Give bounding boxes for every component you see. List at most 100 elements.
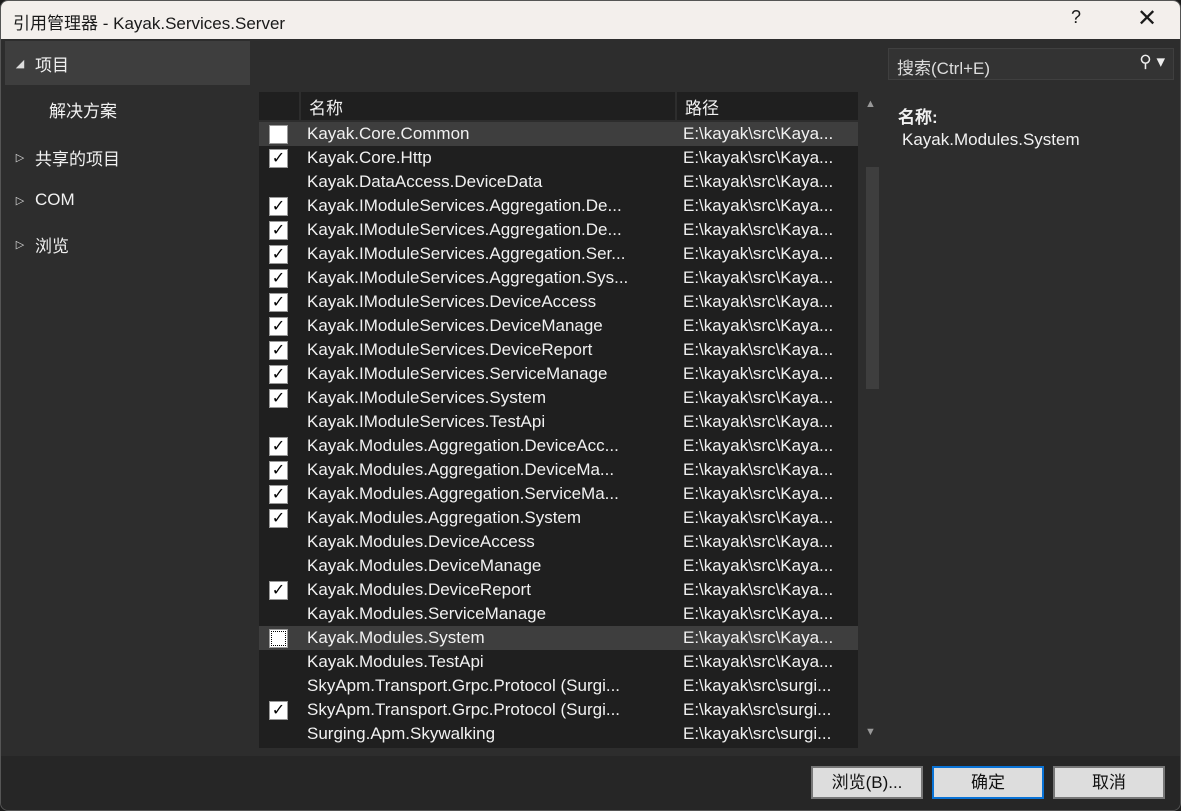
reference-name: Surging.Apm.Skywalking: [307, 724, 496, 743]
reference-path: E:\kayak\src\Kaya...: [683, 628, 834, 647]
checkbox[interactable]: ✓: [269, 245, 288, 264]
table-row[interactable]: Kayak.DataAccess.DeviceData E:\kayak\src\…: [259, 170, 858, 194]
checkbox-cell: ✓: [259, 434, 299, 458]
checkbox[interactable]: ✓: [269, 461, 288, 480]
table-row[interactable]: Kayak.Modules.DeviceManage E:\kayak\src\K…: [259, 554, 858, 578]
checkbox-cell: ✓: [259, 362, 299, 386]
sidebar-item[interactable]: ▷ 共享的项目: [5, 135, 250, 179]
sidebar-item-label: 共享的项目: [35, 149, 120, 169]
checkbox[interactable]: [269, 125, 288, 144]
checkbox[interactable]: ✓: [269, 317, 288, 336]
table-row[interactable]: ✓ Kayak.IModuleServices.Aggregation.Ser..…: [259, 242, 858, 266]
column-header-name[interactable]: 名称: [299, 92, 675, 120]
table-row[interactable]: Surging.Apm.Skywalking E:\kayak\src\surgi…: [259, 722, 858, 746]
search-input[interactable]: 搜索(Ctrl+E) ⚲ ▾: [888, 48, 1174, 80]
checkbox[interactable]: ✓: [269, 365, 288, 384]
reference-name: Kayak.IModuleServices.DeviceReport: [307, 340, 593, 359]
table-row[interactable]: ✓ Kayak.IModuleServices.DeviceAccess E:\ka…: [259, 290, 858, 314]
table-row[interactable]: ✓ Kayak.IModuleServices.System E:\kayak\sr…: [259, 386, 858, 410]
table-row[interactable]: ✓ Kayak.IModuleServices.DeviceReport E:\ka…: [259, 338, 858, 362]
table-row[interactable]: Kayak.Modules.ServiceManage E:\kayak\src\…: [259, 602, 858, 626]
sidebar-item-label: COM: [35, 190, 75, 209]
checkbox[interactable]: ✓: [269, 581, 288, 600]
checkbox[interactable]: ✓: [269, 509, 288, 528]
checkbox-cell: [259, 410, 299, 434]
table-row[interactable]: ✓ Kayak.IModuleServices.ServiceManage E:\k…: [259, 362, 858, 386]
scrollbar-thumb[interactable]: [866, 167, 879, 389]
reference-name: Kayak.Modules.DeviceReport: [307, 580, 531, 599]
expand-arrow-icon[interactable]: ▷: [5, 238, 35, 251]
table-row[interactable]: ✓ Kayak.IModuleServices.Aggregation.De...…: [259, 194, 858, 218]
checkbox-cell: [259, 722, 299, 746]
vertical-scrollbar[interactable]: ▲ ▼: [865, 92, 881, 748]
table-row[interactable]: Kayak.Core.Common E:\kayak\src\Kaya...: [259, 122, 858, 146]
table-row[interactable]: ✓ Kayak.Modules.DeviceReport E:\kayak\src\…: [259, 578, 858, 602]
sidebar-item[interactable]: ▷ COM: [5, 178, 250, 222]
reference-path: E:\kayak\src\Kaya...: [683, 556, 834, 575]
checkbox[interactable]: ✓: [269, 293, 288, 312]
table-row[interactable]: ✓ SkyApm.Transport.Grpc.Protocol (Surgi..…: [259, 698, 858, 722]
browse-button[interactable]: 浏览(B)...: [811, 766, 923, 799]
reference-list: 名称 路径 Kayak.Core.Common E:\kayak\src\Kaya…: [259, 92, 858, 748]
reference-name: Kayak.Modules.DeviceManage: [307, 556, 542, 575]
reference-path: E:\kayak\src\Kaya...: [683, 604, 834, 623]
reference-name: Kayak.Modules.Aggregation.DeviceAcc...: [307, 436, 619, 455]
table-row[interactable]: Kayak.IModuleServices.TestApi E:\kayak\sr…: [259, 410, 858, 434]
cancel-button[interactable]: 取消: [1053, 766, 1165, 799]
checkbox[interactable]: ✓: [269, 221, 288, 240]
reference-name: Kayak.IModuleServices.ServiceManage: [307, 364, 608, 383]
reference-name: SkyApm.Transport.Grpc.Protocol (Surgi...: [307, 700, 621, 719]
table-row[interactable]: ✓ Kayak.IModuleServices.Aggregation.De...…: [259, 218, 858, 242]
table-row[interactable]: Kayak.Modules.TestApi E:\kayak\src\Kaya..…: [259, 650, 858, 674]
sidebar-item[interactable]: 解决方案: [5, 87, 250, 131]
checkbox[interactable]: ✓: [269, 197, 288, 216]
checkbox-cell: [259, 674, 299, 698]
sidebar-item[interactable]: ◢ 项目: [5, 41, 250, 85]
table-row[interactable]: ✓ Kayak.Core.Http E:\kayak\src\Kaya...: [259, 146, 858, 170]
checkbox-cell: [259, 122, 299, 146]
checkbox-cell: ✓: [259, 290, 299, 314]
checkbox[interactable]: ✓: [269, 269, 288, 288]
checkbox[interactable]: ✓: [269, 389, 288, 408]
checkbox-cell: ✓: [259, 194, 299, 218]
table-row[interactable]: ✓ Kayak.IModuleServices.DeviceManage E:\ka…: [259, 314, 858, 338]
table-row[interactable]: Kayak.Modules.System E:\kayak\src\Kaya...: [259, 626, 858, 650]
reference-name: Kayak.IModuleServices.Aggregation.Sys...: [307, 268, 629, 287]
checkbox-cell: ✓: [259, 458, 299, 482]
column-header-path[interactable]: 路径: [675, 92, 858, 120]
close-icon[interactable]: ✕: [1137, 4, 1157, 33]
table-row[interactable]: ✓ Kayak.Modules.Aggregation.ServiceMa... E…: [259, 482, 858, 506]
reference-name: Kayak.IModuleServices.TestApi: [307, 412, 546, 431]
reference-path: E:\kayak\src\Kaya...: [683, 340, 834, 359]
reference-path: E:\kayak\src\surgi...: [683, 700, 832, 719]
checkbox[interactable]: ✓: [269, 149, 288, 168]
checkbox[interactable]: [269, 629, 288, 648]
table-row[interactable]: ✓ Kayak.Modules.Aggregation.System E:\kaya…: [259, 506, 858, 530]
help-button[interactable]: ?: [1071, 7, 1081, 28]
sidebar-item[interactable]: ▷ 浏览: [5, 222, 250, 266]
reference-name: Kayak.Modules.Aggregation.ServiceMa...: [307, 484, 619, 503]
window-title: 引用管理器 - Kayak.Services.Server: [13, 14, 286, 33]
checkbox[interactable]: ✓: [269, 701, 288, 720]
table-row[interactable]: Kayak.Modules.DeviceAccess E:\kayak\src\K…: [259, 530, 858, 554]
checkbox[interactable]: ✓: [269, 437, 288, 456]
expand-arrow-icon[interactable]: ▷: [5, 194, 35, 207]
table-row[interactable]: ✓ Kayak.Modules.Aggregation.DeviceAcc... E…: [259, 434, 858, 458]
checkbox[interactable]: ✓: [269, 485, 288, 504]
reference-name: Kayak.Core.Http: [307, 148, 432, 167]
reference-path: E:\kayak\src\Kaya...: [683, 388, 834, 407]
checkbox[interactable]: ✓: [269, 341, 288, 360]
reference-path: E:\kayak\src\Kaya...: [683, 124, 834, 143]
scroll-up-icon[interactable]: ▲: [865, 98, 876, 110]
table-row[interactable]: ✓ Kayak.Modules.Aggregation.DeviceMa... E:…: [259, 458, 858, 482]
scroll-down-icon[interactable]: ▼: [865, 726, 876, 738]
spacer: [251, 39, 881, 89]
search-icon[interactable]: ⚲ ▾: [1139, 52, 1165, 72]
table-row[interactable]: SkyApm.Transport.Grpc.Protocol (Surgi...…: [259, 674, 858, 698]
table-row[interactable]: ✓ Kayak.IModuleServices.Aggregation.Sys..…: [259, 266, 858, 290]
expand-arrow-icon[interactable]: ◢: [5, 57, 35, 70]
ok-button[interactable]: 确定: [932, 766, 1044, 799]
checkbox-cell: ✓: [259, 146, 299, 170]
expand-arrow-icon[interactable]: ▷: [5, 151, 35, 164]
checkbox-cell: [259, 626, 299, 650]
